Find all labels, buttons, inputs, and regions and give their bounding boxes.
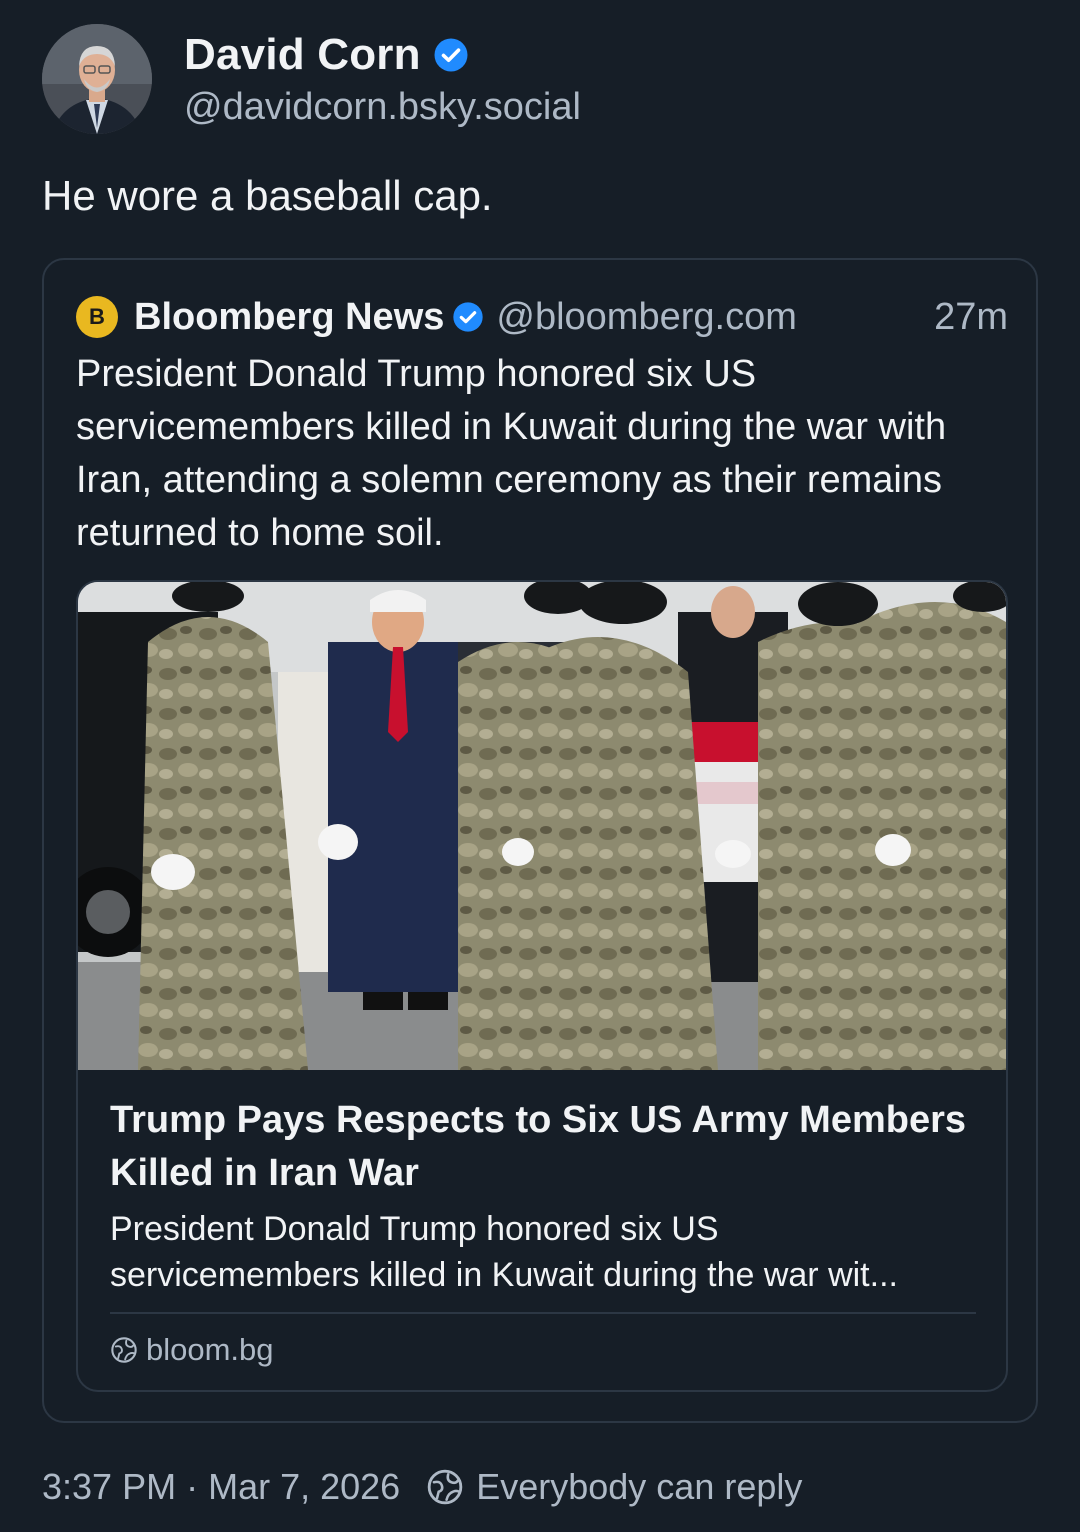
ceremony-photo [78, 582, 1006, 1070]
post-time: 3:37 PM [42, 1466, 177, 1507]
quote-timestamp: 27m [934, 295, 1008, 338]
link-preview-card[interactable]: Trump Pays Respects to Six US Army Membe… [76, 580, 1008, 1392]
link-domain-row: bloom.bg [110, 1332, 274, 1368]
link-preview-title[interactable]: Trump Pays Respects to Six US Army Membe… [110, 1094, 970, 1200]
timestamp-separator: · [186, 1466, 199, 1507]
quote-author-avatar[interactable]: B [76, 296, 118, 338]
link-divider [110, 1312, 976, 1314]
post-date: Mar 7, 2026 [208, 1466, 401, 1507]
author-avatar[interactable] [42, 24, 152, 134]
link-description-line-2: servicemembers killed in Kuwait during t… [110, 1256, 898, 1294]
verified-check-icon [453, 302, 484, 332]
display-name-row: David Corn [184, 30, 469, 80]
post-header: David Corn @davidcorn.bsky.social [42, 24, 1042, 136]
link-preview-image [78, 582, 1006, 1070]
quote-post-card[interactable]: B Bloomberg News @bloomberg.com 27m Pres… [42, 258, 1038, 1423]
quote-author-name[interactable]: Bloomberg News [134, 296, 444, 339]
link-domain: bloom.bg [146, 1332, 274, 1367]
reply-setting[interactable]: Everybody can reply [476, 1466, 802, 1508]
globe-icon [111, 1337, 137, 1363]
author-handle[interactable]: @davidcorn.bsky.social [184, 86, 581, 129]
post-text: He wore a baseball cap. [42, 172, 493, 219]
quote-text: President Donald Trump honored six US se… [76, 353, 947, 554]
quote-author-handle[interactable]: @bloomberg.com [496, 296, 796, 339]
link-preview-description: President Donald Trump honored six US se… [110, 1206, 976, 1298]
quote-header: B Bloomberg News @bloomberg.com 27m [76, 294, 1008, 340]
reply-globe-icon [427, 1469, 463, 1505]
author-display-name[interactable]: David Corn [184, 30, 421, 80]
avatar-portrait [42, 24, 152, 134]
post-footer: 3:37 PM · Mar 7, 2026 Everybody can repl… [42, 1466, 802, 1508]
link-description-line-1: President Donald Trump honored six US [110, 1210, 719, 1248]
verified-check-icon [434, 38, 468, 72]
